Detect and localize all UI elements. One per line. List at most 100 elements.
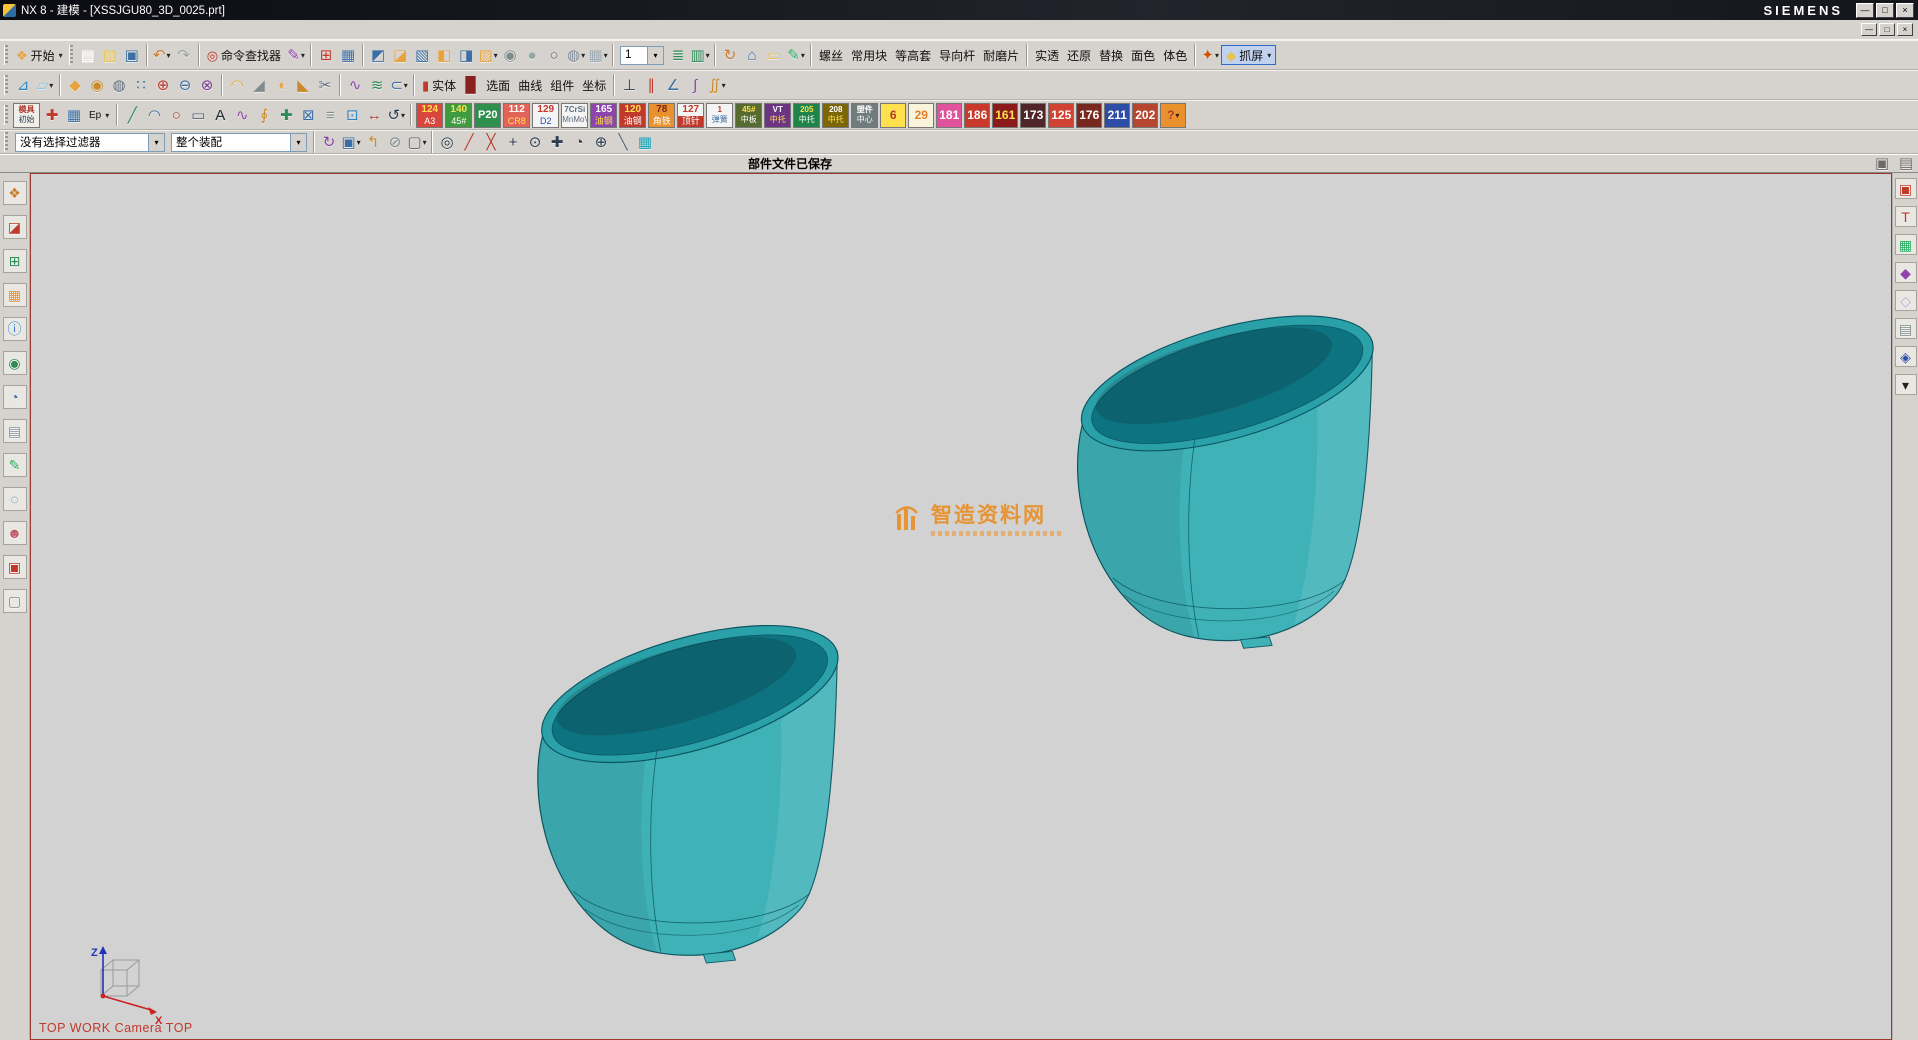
steel-120-oil-button[interactable]: 120油钢 [619, 103, 646, 128]
model-body-lower-left[interactable] [527, 598, 853, 963]
menu-analysis[interactable] [180, 19, 202, 41]
pattern-feature-icon[interactable]: ∷ [130, 74, 152, 96]
sketch-icon[interactable]: ⊿ [12, 74, 34, 96]
offset-surface-icon[interactable]: ⊂▾ [388, 74, 410, 96]
select-all-icon[interactable]: ▣▾ [340, 131, 362, 153]
prompt-dock-icon[interactable]: ▣ [1871, 153, 1893, 175]
plastic-part-button[interactable]: 塑件中心 [851, 103, 878, 128]
common-blocks-button[interactable]: 常用块 [847, 45, 891, 65]
curve-button[interactable]: 曲线 [514, 75, 546, 95]
num-29-button[interactable]: 29 [908, 103, 934, 128]
open-icon[interactable]: ▨ [99, 44, 121, 66]
reuse-library-icon[interactable]: ▦ [3, 283, 27, 307]
swept-icon[interactable]: ∿ [344, 74, 366, 96]
move-to-layer-icon-dropdown[interactable]: ▾ [706, 51, 710, 60]
steel-p20-button[interactable]: P20 [474, 103, 501, 128]
right-tool-measure-icon[interactable]: ▣ [1895, 178, 1917, 199]
draft-icon[interactable]: ◣ [292, 74, 314, 96]
top-selection-icon[interactable]: ▢▾ [406, 131, 428, 153]
work-layer-combo-dropdown[interactable]: ▾ [647, 47, 663, 64]
wireframe-icon[interactable]: ○ [543, 44, 565, 66]
num-161-button[interactable]: 161 [992, 103, 1018, 128]
screen-capture-button-dropdown[interactable]: ▾ [1267, 51, 1271, 60]
undo-icon[interactable]: ↶▾ [151, 44, 173, 66]
view-trimetric-icon[interactable]: ◩ [367, 44, 389, 66]
window-layout-icon[interactable]: ⊞ [315, 44, 337, 66]
num-181-button[interactable]: 181 [936, 103, 962, 128]
through-curves-icon[interactable]: ≋ [366, 74, 388, 96]
menu-custom-standard-parts[interactable] [268, 19, 290, 41]
offset-surface-icon-dropdown[interactable]: ▾ [404, 81, 408, 90]
view-back-icon[interactable]: ▨▾ [477, 44, 499, 66]
selection-filter-combo[interactable]: 没有选择过滤器▾ [15, 133, 165, 152]
plate-205-button[interactable]: 205中托 [793, 103, 820, 128]
steel-1-button[interactable]: 1弹簧 [706, 103, 733, 128]
steel-129-d2-button[interactable]: 129D2 [532, 103, 559, 128]
search-icon[interactable]: ◌ [3, 487, 27, 511]
steel-112-cr8-button[interactable]: 112CR8 [503, 103, 530, 128]
ep-tool-button-dropdown[interactable]: ▾ [105, 111, 109, 120]
trim-body-icon[interactable]: ✂ [314, 74, 336, 96]
menu-information[interactable] [158, 19, 180, 41]
windows-panel-icon[interactable]: ▢ [3, 589, 27, 613]
shaded-icon[interactable]: ● [521, 44, 543, 66]
replace-button[interactable]: 替换 [1095, 45, 1127, 65]
render-style-icon-dropdown[interactable]: ▾ [581, 51, 585, 60]
save-icon[interactable]: ▣ [121, 44, 143, 66]
quadrant-point-icon[interactable]: ◔ [568, 131, 590, 153]
menu-preferences[interactable] [202, 19, 224, 41]
steel-help-button[interactable]: ?▾ [1160, 103, 1186, 128]
edge-blend-icon[interactable]: ◠ [226, 74, 248, 96]
internet-explorer-icon[interactable]: ◉ [3, 351, 27, 375]
studio-spline-icon[interactable]: ∿ [231, 104, 253, 126]
fit-view-icon[interactable]: ⌂ [741, 44, 763, 66]
menu-file[interactable] [4, 19, 26, 41]
datum-plane-icon-dropdown[interactable]: ▾ [49, 81, 53, 90]
point-on-curve-icon[interactable]: ╲ [612, 131, 634, 153]
plate-208-button[interactable]: 208中托 [822, 103, 849, 128]
mold-init-button[interactable]: 模具初始 [13, 103, 40, 128]
view-isometric-icon[interactable]: ◪ [389, 44, 411, 66]
render-style-icon[interactable]: ◍▾ [565, 44, 587, 66]
select-face-button[interactable]: 选面 [482, 75, 514, 95]
right-tool-notes-icon[interactable]: ▤ [1895, 318, 1917, 339]
text-icon[interactable]: A [209, 104, 231, 126]
prompt-expand-icon[interactable]: ▤ [1895, 153, 1917, 175]
workpiece-icon[interactable]: ▦ [63, 104, 85, 126]
selection-scope-combo-dropdown[interactable]: ▾ [290, 134, 306, 151]
menu-tools[interactable] [114, 19, 136, 41]
hole-icon[interactable]: ◍ [108, 74, 130, 96]
rotate-object-icon-dropdown[interactable]: ▾ [401, 111, 405, 120]
mid-point-icon[interactable]: ╳ [480, 131, 502, 153]
menu-assemblies[interactable] [136, 19, 158, 41]
control-point-icon[interactable]: + [502, 131, 524, 153]
arc-icon[interactable]: ◠ [143, 104, 165, 126]
point-on-surface-icon[interactable]: ▦ [634, 131, 656, 153]
revolve-icon[interactable]: ◉ [86, 74, 108, 96]
translucent-button[interactable]: 实透 [1031, 45, 1063, 65]
hide-selection-icon[interactable]: ⊘ [384, 131, 406, 153]
more-tools-icon[interactable]: ∬▾ [706, 74, 728, 96]
restore-button[interactable]: 还原 [1063, 45, 1095, 65]
move-object-icon[interactable]: ↔ [363, 104, 385, 126]
color-palette-icon-dropdown[interactable]: ▾ [1215, 51, 1219, 60]
mold-csys-icon[interactable]: ✚ [41, 104, 63, 126]
command-finder-button[interactable]: ◎命令查找器 [203, 45, 285, 65]
component-button[interactable]: 组件 [546, 75, 578, 95]
shaded-with-edges-icon[interactable]: ◉ [499, 44, 521, 66]
point-icon[interactable]: ✚ [275, 104, 297, 126]
process-interface-icon[interactable]: ▤ [3, 419, 27, 443]
touch-panel-icon[interactable]: ▣ [3, 555, 27, 579]
center-point-icon[interactable]: ✚ [546, 131, 568, 153]
right-tool-text-icon[interactable]: T [1895, 206, 1917, 227]
roles-icon[interactable]: ✎ [3, 453, 27, 477]
doc-close-button[interactable]: × [1897, 23, 1913, 36]
selection-scope-combo[interactable]: 整个装配▾ [171, 133, 307, 152]
extrude-icon[interactable]: ◆ [64, 74, 86, 96]
orientation-triad[interactable]: Z X [71, 936, 171, 1024]
collaboration-icon[interactable]: ☻ [3, 521, 27, 545]
select-all-icon-dropdown[interactable]: ▾ [357, 138, 361, 147]
guide-pillar-button[interactable]: 导向杆 [935, 45, 979, 65]
right-tool-render-icon[interactable]: ◇ [1895, 290, 1917, 311]
start-button[interactable]: ❖开始▾ [12, 45, 67, 65]
